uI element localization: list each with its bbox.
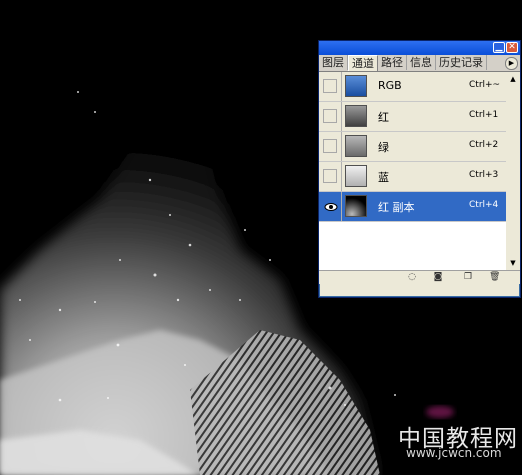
palette-titlebar[interactable]: ▁ ✕ (319, 41, 520, 55)
channel-thumbnail (345, 75, 367, 97)
scroll-down-icon[interactable]: ▼ (507, 257, 519, 269)
channel-thumbnail (345, 135, 367, 157)
palette-menu-icon[interactable]: ▶ (505, 57, 518, 70)
channel-thumbnail (345, 105, 367, 127)
visibility-toggle[interactable] (323, 109, 337, 123)
load-selection-icon[interactable]: ◌ (407, 272, 417, 282)
save-selection-icon[interactable]: ◙ (433, 272, 443, 282)
row-divider (341, 132, 342, 161)
palette-footer: ◌ ◙ ❐ 🗑 (319, 270, 520, 284)
close-icon[interactable]: ✕ (506, 42, 518, 53)
channel-name: 红 (378, 111, 389, 124)
channel-row-red[interactable]: 红 Ctrl+1 (319, 102, 506, 132)
row-divider (341, 162, 342, 191)
channel-row-red-copy[interactable]: 红 副本 Ctrl+4 (319, 192, 506, 222)
visibility-toggle[interactable] (323, 169, 337, 183)
channel-thumbnail (345, 195, 367, 217)
channel-row-rgb[interactable]: RGB Ctrl+~ ▲ (319, 72, 516, 102)
channel-shortcut: Ctrl+3 (469, 170, 499, 180)
tab-channels[interactable]: 通道 (348, 55, 378, 71)
watermark-url: www.jcwcn.com (406, 446, 502, 460)
scroll-up-icon[interactable]: ▲ (507, 73, 519, 85)
tab-layers[interactable]: 图层 (319, 55, 348, 70)
channel-row-blue[interactable]: 蓝 Ctrl+3 (319, 162, 506, 192)
delete-channel-icon[interactable]: 🗑 (489, 272, 500, 282)
row-divider (341, 72, 342, 101)
channel-shortcut: Ctrl+~ (469, 80, 501, 90)
visibility-toggle[interactable] (323, 139, 337, 153)
eye-icon (324, 203, 338, 211)
channel-shortcut: Ctrl+4 (469, 200, 499, 210)
channels-palette[interactable]: ▁ ✕ 图层 通道 路径 信息 历史记录 ▶ RGB Ctrl+~ ▲ 红 Ctrl+1… (318, 40, 521, 298)
new-channel-icon[interactable]: ❐ (463, 272, 473, 282)
channel-list: RGB Ctrl+~ ▲ 红 Ctrl+1 绿 Ctrl+2 蓝 Ctrl+3 (319, 72, 520, 270)
tab-info[interactable]: 信息 (407, 55, 436, 70)
channel-name: 蓝 (378, 171, 389, 184)
channel-thumbnail (345, 165, 367, 187)
visibility-toggle[interactable] (323, 79, 337, 93)
channel-name: 绿 (378, 141, 389, 154)
channel-name: RGB (378, 79, 402, 92)
row-divider (341, 102, 342, 131)
visibility-toggle[interactable] (323, 199, 338, 213)
row-divider (341, 192, 342, 221)
channel-row-green[interactable]: 绿 Ctrl+2 (319, 132, 506, 162)
minimize-icon[interactable]: ▁ (493, 42, 505, 53)
channel-name: 红 副本 (378, 201, 415, 214)
tab-paths[interactable]: 路径 (378, 55, 407, 70)
channel-shortcut: Ctrl+1 (469, 110, 499, 120)
tab-history[interactable]: 历史记录 (436, 55, 487, 70)
palette-tabs: 图层 通道 路径 信息 历史记录 ▶ (319, 55, 520, 72)
channel-shortcut: Ctrl+2 (469, 140, 499, 150)
